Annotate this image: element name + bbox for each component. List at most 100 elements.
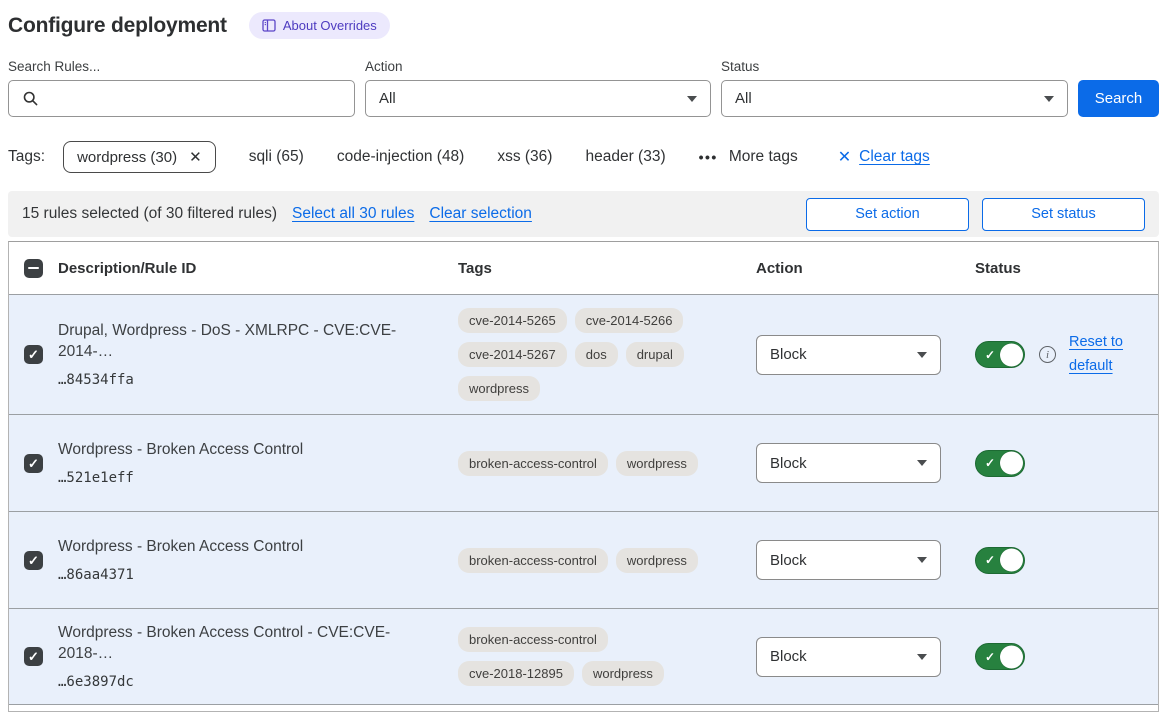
toggle-knob: [1000, 645, 1023, 668]
chevron-down-icon: [917, 460, 927, 466]
selection-bar: 15 rules selected (of 30 filtered rules)…: [8, 191, 1159, 237]
about-overrides-label: About Overrides: [283, 18, 377, 33]
tag-chip: broken-access-control: [458, 548, 608, 573]
rule-tags: cve-2014-5265cve-2014-5266cve-2014-5267d…: [458, 308, 708, 401]
status-toggle[interactable]: ✓: [975, 341, 1025, 368]
chevron-down-icon: [687, 96, 697, 102]
rule-id: …521e1eff: [58, 470, 434, 486]
indeterminate-mark: [28, 267, 39, 270]
rule-id: …6e3897dc: [58, 674, 434, 690]
remove-tag-icon[interactable]: ✕: [189, 148, 202, 166]
status-filter-label: Status: [721, 59, 1068, 74]
check-icon: ✓: [28, 348, 39, 361]
table-row: ✓ Wordpress - Broken Access Control - CV…: [9, 608, 1158, 705]
table-row: ✓ Drupal, Wordpress - DoS - XMLRPC - CVE…: [9, 294, 1158, 414]
chevron-down-icon: [1044, 96, 1054, 102]
table-row: ✓ Wordpress - Broken Access Control …86a…: [9, 511, 1158, 608]
check-icon: ✓: [28, 650, 39, 663]
more-tags-button[interactable]: ••• More tags: [699, 148, 798, 166]
action-filter-value: All: [379, 90, 396, 107]
info-icon[interactable]: i: [1039, 346, 1056, 363]
reset-to-default-link[interactable]: Reset to default: [1069, 331, 1135, 379]
action-filter-field: Action All: [365, 59, 711, 117]
chevron-down-icon: [917, 557, 927, 563]
table-bottom-spacer: [9, 705, 1158, 711]
selected-tag-chip[interactable]: wordpress (30) ✕: [63, 141, 216, 173]
column-header-status: Status: [967, 260, 1158, 277]
row-action-select[interactable]: Block: [756, 637, 941, 677]
row-action-select[interactable]: Block: [756, 335, 941, 375]
tag-chip: cve-2014-5265: [458, 308, 567, 333]
tag-chip: cve-2018-12895: [458, 661, 574, 686]
selected-tag-label: wordpress (30): [77, 149, 177, 166]
chevron-down-icon: [917, 654, 927, 660]
tag-chip: cve-2014-5267: [458, 342, 567, 367]
rule-description: Wordpress - Broken Access Control: [58, 440, 434, 461]
row-checkbox[interactable]: ✓: [24, 454, 43, 473]
row-checkbox[interactable]: ✓: [24, 345, 43, 364]
search-rules-field: Search Rules...: [8, 59, 355, 117]
action-filter-label: Action: [365, 59, 711, 74]
check-icon: ✓: [28, 457, 39, 470]
clear-selection-link[interactable]: Clear selection: [429, 205, 532, 223]
tag-chip: dos: [575, 342, 618, 367]
column-header-action: Action: [756, 260, 967, 277]
tag-option[interactable]: code-injection (48): [337, 148, 465, 166]
tag-option[interactable]: sqli (65): [249, 148, 304, 166]
rule-tags: broken-access-control wordpress: [458, 548, 708, 573]
configure-deployment-page: Configure deployment About Overrides Sea…: [0, 0, 1167, 712]
status-toggle[interactable]: ✓: [975, 643, 1025, 670]
action-filter-select[interactable]: All: [365, 80, 711, 117]
about-overrides-badge[interactable]: About Overrides: [249, 12, 390, 39]
row-action-select[interactable]: Block: [756, 540, 941, 580]
clear-tags-label: Clear tags: [859, 148, 930, 166]
chevron-down-icon: [917, 352, 927, 358]
filter-bar: Search Rules... Action All Status: [8, 59, 1159, 117]
search-rules-input[interactable]: [47, 89, 341, 108]
row-action-value: Block: [770, 455, 807, 472]
clear-tags-link[interactable]: ✕ Clear tags: [838, 147, 930, 167]
rule-tags: broken-access-controlcve-2018-12895wordp…: [458, 627, 708, 686]
search-rules-label: Search Rules...: [8, 59, 355, 74]
search-input-box[interactable]: [8, 80, 355, 117]
tag-chip: drupal: [626, 342, 684, 367]
toggle-knob: [1000, 343, 1023, 366]
rule-description: Drupal, Wordpress - DoS - XMLRPC - CVE:C…: [58, 321, 434, 363]
page-header: Configure deployment About Overrides: [8, 12, 1159, 39]
status-filter-value: All: [735, 90, 752, 107]
rule-tags: broken-access-controlwordpress: [458, 451, 708, 476]
tag-option[interactable]: header (33): [585, 148, 665, 166]
set-status-button[interactable]: Set status: [982, 198, 1145, 231]
ellipsis-icon: •••: [699, 149, 718, 165]
check-icon: ✓: [28, 554, 39, 567]
tag-chip: wordpress: [616, 548, 698, 573]
toggle-knob: [1000, 549, 1023, 572]
select-all-link[interactable]: Select all 30 rules: [292, 205, 414, 223]
rules-table: Description/Rule ID Tags Action Status ✓…: [8, 241, 1159, 712]
toggle-knob: [1000, 452, 1023, 475]
search-icon: [22, 90, 39, 107]
set-action-button[interactable]: Set action: [806, 198, 969, 231]
row-checkbox[interactable]: ✓: [24, 647, 43, 666]
row-action-select[interactable]: Block: [756, 443, 941, 483]
search-button[interactable]: Search: [1078, 80, 1159, 117]
row-action-value: Block: [770, 346, 807, 363]
tag-chip: wordpress: [582, 661, 664, 686]
tag-option[interactable]: xss (36): [497, 148, 552, 166]
status-toggle[interactable]: ✓: [975, 547, 1025, 574]
tags-label: Tags:: [8, 148, 45, 166]
tag-chip: wordpress: [458, 376, 540, 401]
bulk-action-buttons: Set action Set status: [806, 198, 1145, 231]
row-checkbox[interactable]: ✓: [24, 551, 43, 570]
status-toggle[interactable]: ✓: [975, 450, 1025, 477]
select-all-checkbox[interactable]: [24, 259, 43, 278]
selection-summary: 15 rules selected (of 30 filtered rules): [22, 205, 277, 223]
book-icon: [262, 19, 276, 32]
tag-chip: broken-access-control: [458, 451, 608, 476]
check-icon: ✓: [985, 456, 995, 470]
table-body: ✓ Drupal, Wordpress - DoS - XMLRPC - CVE…: [9, 294, 1158, 705]
status-filter-select[interactable]: All: [721, 80, 1068, 117]
row-action-value: Block: [770, 648, 807, 665]
rule-id: …84534ffa: [58, 372, 434, 388]
rule-description: Wordpress - Broken Access Control - CVE:…: [58, 623, 434, 665]
